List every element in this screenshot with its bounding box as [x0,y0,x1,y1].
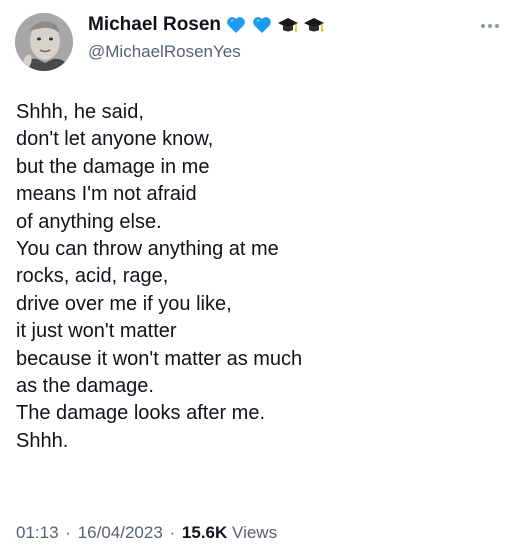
meta-separator: · [169,523,176,542]
author-handle[interactable]: @MichaelRosenYes [88,42,241,62]
views-count[interactable]: 15.6K [182,523,227,542]
tweet-line: don't let anyone know, [16,128,214,151]
blue-heart-icon [251,14,273,36]
tweet-meta: 01:13 · 16/04/2023 · 15.6K Views [16,523,277,543]
tweet: Michael Rosen @MichaelRosenYes Shhh, he … [0,0,519,549]
tweet-line: rocks, acid, rage, [16,265,169,288]
tweet-line: means I'm not afraid [16,183,197,206]
tweet-text: Shhh, he said, don't let anyone know, bu… [16,99,506,455]
avatar-photo [15,13,73,71]
tweet-line: because it won't matter as much [16,347,303,370]
tweet-line: but the damage in me [16,155,210,178]
tweet-line: it just won't matter [16,320,177,343]
tweet-line: drive over me if you like, [16,292,232,315]
graduation-cap-icon [303,14,325,36]
tweet-date[interactable]: 16/04/2023 [78,523,163,542]
author-name-row: Michael Rosen [88,14,325,36]
more-options-icon[interactable] [479,20,501,32]
avatar[interactable] [15,13,73,71]
tweet-line: You can throw anything at me [16,238,279,261]
display-name[interactable]: Michael Rosen [88,14,221,36]
graduation-cap-icon [277,14,299,36]
tweet-line: The damage looks after me. [16,402,266,425]
views-label: Views [232,523,278,542]
blue-heart-icon [225,14,247,36]
tweet-line: Shhh. [16,429,69,452]
meta-separator: · [65,523,71,542]
tweet-line: Shhh, he said, [16,101,144,123]
tweet-line: as the damage. [16,375,154,398]
tweet-line: of anything else. [16,210,162,233]
tweet-time[interactable]: 01:13 [16,523,59,542]
